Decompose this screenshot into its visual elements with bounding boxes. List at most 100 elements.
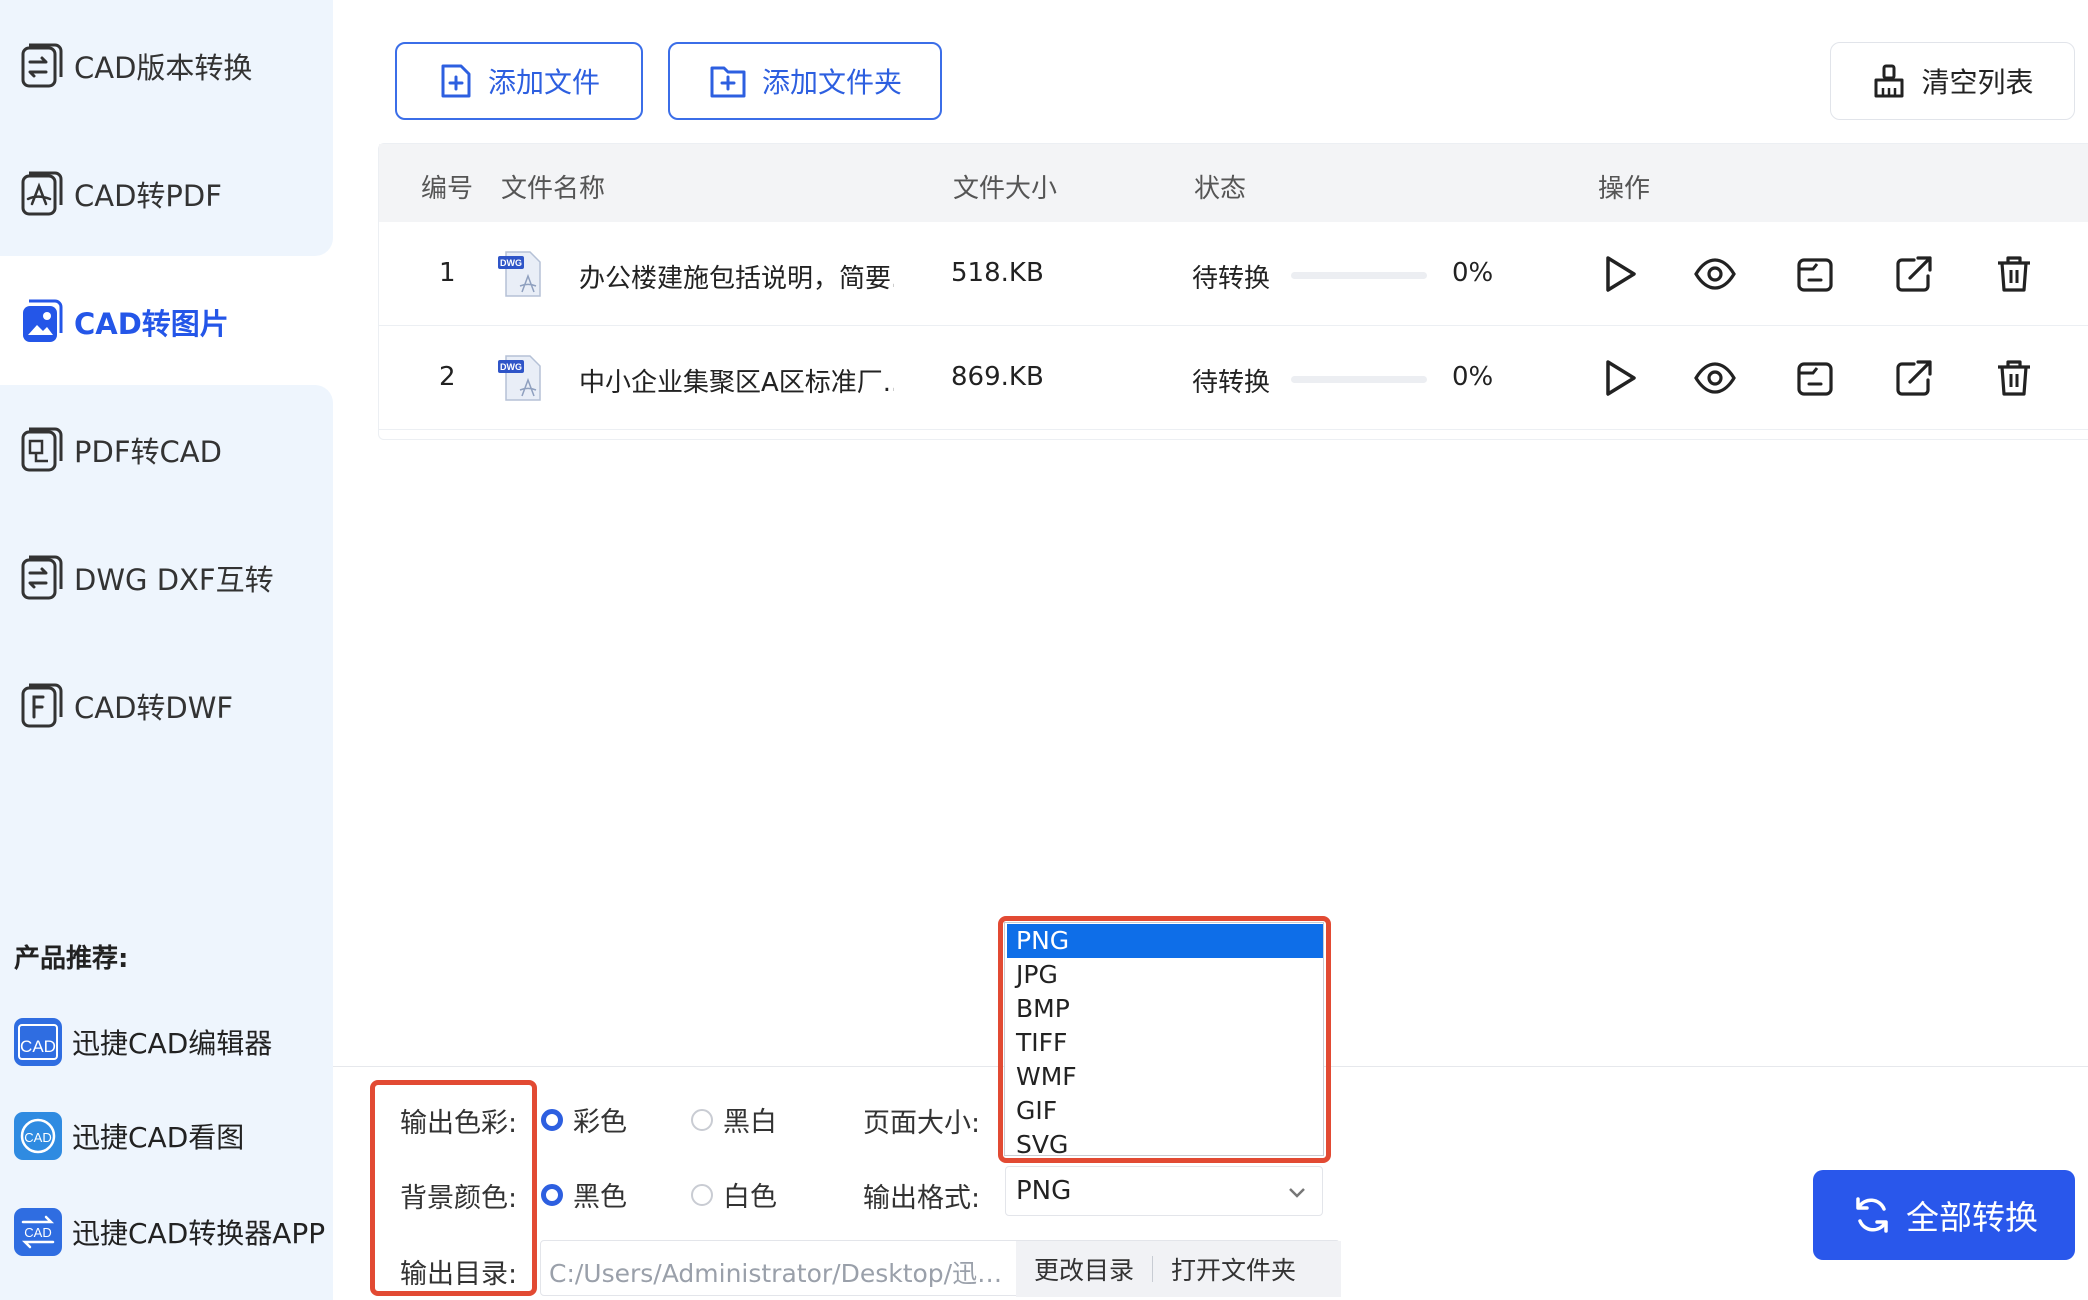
sidebar-item-cad-to-dwf[interactable]: CAD转DWF: [0, 642, 333, 770]
file-badge: DWG: [500, 362, 522, 372]
cad-editor-app-icon: CAD: [14, 1018, 62, 1066]
sidebar-item-cad-to-image[interactable]: CAD转图片: [0, 258, 333, 386]
dropdown-highlight-box: [998, 916, 1331, 1163]
clear-list-label: 清空列表: [1921, 66, 2034, 99]
header-status: 状态: [1194, 174, 1247, 204]
play-icon[interactable]: [1598, 252, 1642, 296]
header-size: 文件大小: [953, 174, 1058, 204]
file-table: 编号 文件名称 文件大小 状态 操作 1 DWG 办公楼建施包括说明，简要...…: [378, 143, 2088, 440]
sidebar-item-label: CAD转图片: [74, 307, 229, 341]
pdf-convert-icon: [21, 171, 63, 216]
dwg-dxf-icon: [21, 555, 63, 600]
sidebar-item-label: CAD转PDF: [74, 179, 222, 213]
sidebar-item-label: PDF转CAD: [74, 435, 222, 469]
format-select[interactable]: PNG: [1005, 1166, 1323, 1216]
svg-text:CAD: CAD: [20, 1037, 56, 1056]
image-convert-icon: [23, 299, 63, 342]
color-radio-color[interactable]: 彩色: [541, 1100, 627, 1139]
row-size: 518.KB: [951, 258, 1044, 288]
row-status: 待转换: [1192, 264, 1271, 294]
dwf-convert-icon: [21, 683, 63, 728]
refresh-icon: [1856, 1197, 1888, 1233]
row-index: 2: [439, 362, 456, 392]
add-folder-label: 添加文件夹: [761, 66, 902, 99]
radio-dot: [541, 1108, 563, 1131]
table-row[interactable]: 1 DWG 办公楼建施包括说明，简要... 518.KB 待转换 0%: [379, 222, 2088, 326]
row-progress-bar: [1291, 376, 1427, 383]
promo-item-cad-viewer[interactable]: CAD 迅捷CAD看图: [14, 1106, 244, 1166]
delete-trash-icon[interactable]: [1992, 356, 2036, 400]
row-status: 待转换: [1192, 368, 1271, 398]
sidebar-item-cad-to-pdf[interactable]: CAD转PDF: [0, 130, 333, 258]
row-percent: 0%: [1452, 258, 1494, 288]
radio-dot: [541, 1183, 563, 1206]
row-filename: 办公楼建施包括说明，简要...: [579, 264, 894, 294]
promo-label: 迅捷CAD看图: [72, 1121, 245, 1154]
dir-buttons: 更改目录 打开文件夹: [1016, 1241, 1341, 1297]
folder-icon[interactable]: [1793, 252, 1837, 296]
promo-item-cad-converter-app[interactable]: CAD 迅捷CAD转换器APP: [14, 1202, 325, 1262]
svg-text:CAD: CAD: [24, 1130, 51, 1145]
preview-eye-icon[interactable]: [1693, 356, 1737, 400]
output-dir-path[interactable]: C:/Users/Administrator/Desktop/迅捷...: [549, 1254, 1009, 1290]
radio-label: 彩色: [573, 1107, 627, 1138]
promo-label: 迅捷CAD转换器APP: [72, 1217, 326, 1250]
broom-icon: [1874, 64, 1904, 98]
format-label: 输出格式:: [863, 1183, 981, 1214]
table-row[interactable]: 2 DWG 中小企业集聚区A区标准厂... 869.KB 待转换 0%: [379, 326, 2088, 430]
radio-dot: [691, 1183, 713, 1206]
version-convert-icon: [21, 43, 63, 88]
share-icon[interactable]: [1892, 252, 1936, 296]
format-select-value: PNG: [1016, 1176, 1072, 1206]
sidebar-item-label: CAD转DWF: [74, 691, 234, 725]
pdf-to-cad-icon: [21, 427, 63, 472]
clear-list-button[interactable]: 清空列表: [1830, 42, 2075, 120]
convert-all-button[interactable]: 全部转换: [1813, 1170, 2075, 1260]
app-window: CAD版本转换 CAD转PDF CAD转图片 PDF转CAD DWG DXF互转…: [0, 0, 2088, 1300]
sidebar-item-pdf-to-cad[interactable]: PDF转CAD: [0, 386, 333, 514]
add-file-label: 添加文件: [487, 66, 600, 99]
add-folder-icon: [710, 66, 746, 98]
row-percent: 0%: [1452, 362, 1494, 392]
promo-title: 产品推荐:: [14, 944, 129, 974]
radio-dot: [691, 1108, 713, 1131]
label-highlight-box: [370, 1080, 537, 1296]
add-file-button[interactable]: 添加文件: [395, 42, 643, 120]
sidebar-item-label: DWG DXF互转: [74, 563, 274, 597]
add-folder-button[interactable]: 添加文件夹: [668, 42, 942, 120]
row-filename: 中小企业集聚区A区标准厂...: [579, 368, 894, 398]
header-actions: 操作: [1598, 174, 1651, 204]
share-icon[interactable]: [1892, 356, 1936, 400]
convert-all-label: 全部转换: [1906, 1198, 2038, 1237]
header-name: 文件名称: [501, 174, 606, 204]
folder-icon[interactable]: [1793, 356, 1837, 400]
header-index: 编号: [421, 174, 474, 204]
sidebar: CAD版本转换 CAD转PDF CAD转图片 PDF转CAD DWG DXF互转…: [0, 0, 333, 1300]
table-header: 编号 文件名称 文件大小 状态 操作: [379, 144, 2088, 222]
promo-label: 迅捷CAD编辑器: [72, 1027, 273, 1060]
bg-radio-black[interactable]: 黑色: [541, 1175, 627, 1214]
file-badge: DWG: [500, 258, 522, 268]
cad-viewer-app-icon: CAD: [14, 1112, 62, 1160]
cad-converter-app-icon: CAD: [14, 1208, 62, 1256]
dwg-file-icon: DWG: [498, 251, 541, 297]
play-icon[interactable]: [1598, 356, 1642, 400]
sidebar-item-dwg-dxf[interactable]: DWG DXF互转: [0, 514, 333, 642]
open-folder-button[interactable]: 打开文件夹: [1153, 1251, 1314, 1287]
sidebar-item-label: CAD版本转换: [74, 51, 253, 85]
row-progress-bar: [1291, 272, 1427, 279]
bg-radio-white[interactable]: 白色: [691, 1175, 777, 1214]
delete-trash-icon[interactable]: [1992, 252, 2036, 296]
output-dir-box: C:/Users/Administrator/Desktop/迅捷... 更改目…: [540, 1240, 1341, 1297]
change-dir-button[interactable]: 更改目录: [1016, 1251, 1152, 1287]
color-radio-bw[interactable]: 黑白: [691, 1100, 777, 1139]
sidebar-item-version-convert[interactable]: CAD版本转换: [0, 2, 333, 130]
chevron-down-icon: [1289, 1188, 1305, 1198]
page-size-label: 页面大小:: [863, 1108, 981, 1139]
dwg-file-icon: DWG: [498, 355, 541, 401]
promo-item-cad-editor[interactable]: CAD 迅捷CAD编辑器: [14, 1012, 272, 1072]
radio-label: 黑白: [723, 1107, 777, 1138]
radio-label: 白色: [723, 1182, 777, 1213]
preview-eye-icon[interactable]: [1693, 252, 1737, 296]
svg-text:CAD: CAD: [24, 1225, 51, 1240]
